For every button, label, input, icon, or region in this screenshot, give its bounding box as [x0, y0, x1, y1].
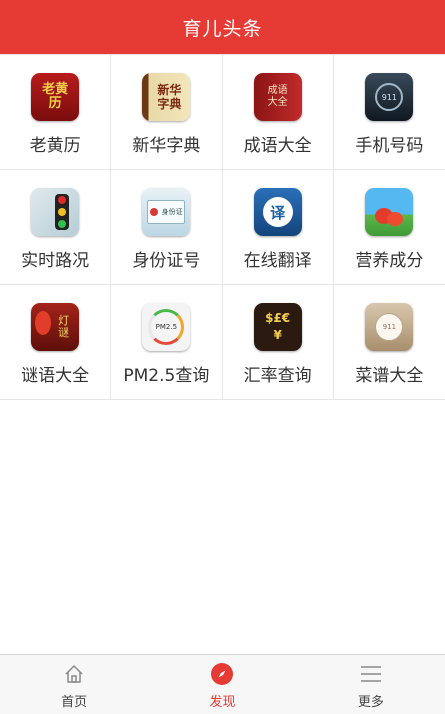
page-title: 育儿头条 — [182, 17, 263, 40]
app-label: 谜语大全 — [21, 366, 90, 386]
menu-icon — [358, 661, 384, 687]
compass-icon — [209, 661, 235, 687]
app-label: 新华字典 — [132, 136, 201, 156]
app-tile-exchange-rate[interactable]: $£€¥ 汇率查询 — [222, 285, 334, 400]
app-label: 菜谱大全 — [355, 366, 424, 386]
id-card-icon: 身份证 — [142, 188, 191, 236]
home-icon — [61, 661, 87, 687]
app-tile-phone-number[interactable]: 911 手机号码 — [333, 55, 445, 170]
tab-discover[interactable]: 发现 — [148, 655, 296, 714]
app-tile-traffic[interactable]: 实时路况 — [0, 170, 112, 285]
app-label: PM2.5查询 — [123, 366, 210, 386]
app-grid: 老黄历 老黄历 新华字典 新华字典 成语大全 成语大全 911 手机号码 实时路… — [0, 54, 445, 400]
tab-more[interactable]: 更多 — [297, 655, 445, 714]
almanac-icon: 老黄历 — [31, 73, 80, 121]
tab-home[interactable]: 首页 — [0, 655, 148, 714]
app-tile-dictionary[interactable]: 新华字典 新华字典 — [111, 55, 223, 170]
recipe-plate-icon: 911 — [365, 303, 414, 351]
tab-label: 更多 — [357, 695, 384, 710]
app-header: 育儿头条 — [0, 0, 445, 54]
lantern-riddle-icon: 灯谜 — [31, 303, 80, 351]
app-tile-pm25[interactable]: PM2.5 PM2.5查询 — [111, 285, 223, 400]
app-tile-almanac[interactable]: 老黄历 老黄历 — [0, 55, 112, 170]
app-label: 手机号码 — [355, 136, 424, 156]
translate-icon: 译 — [253, 188, 302, 236]
app-tile-riddles[interactable]: 灯谜 谜语大全 — [0, 285, 112, 400]
currency-icon: $£€¥ — [253, 303, 302, 351]
app-label: 老黄历 — [29, 136, 81, 156]
bottom-tab-bar: 首页 发现 更多 — [0, 654, 445, 714]
pm25-gauge-icon: PM2.5 — [142, 303, 191, 351]
app-tile-recipes[interactable]: 911 菜谱大全 — [333, 285, 445, 400]
phone-number-icon: 911 — [365, 73, 414, 121]
app-label: 在线翻译 — [243, 251, 312, 271]
idiom-book-icon: 成语大全 — [253, 73, 302, 121]
app-label: 营养成分 — [355, 251, 424, 271]
app-label: 成语大全 — [243, 136, 312, 156]
app-tile-nutrition[interactable]: 营养成分 — [333, 170, 445, 285]
app-tile-id-card[interactable]: 身份证 身份证号 — [111, 170, 223, 285]
dictionary-icon: 新华字典 — [142, 73, 191, 121]
app-label: 汇率查询 — [243, 366, 312, 386]
traffic-light-icon — [31, 188, 80, 236]
app-label: 身份证号 — [132, 251, 201, 271]
app-label: 实时路况 — [21, 251, 90, 271]
tab-label: 发现 — [209, 695, 236, 710]
app-tile-translate[interactable]: 译 在线翻译 — [222, 170, 334, 285]
app-tile-idioms[interactable]: 成语大全 成语大全 — [222, 55, 334, 170]
nutrition-icon — [365, 188, 414, 236]
tab-label: 首页 — [61, 695, 88, 710]
